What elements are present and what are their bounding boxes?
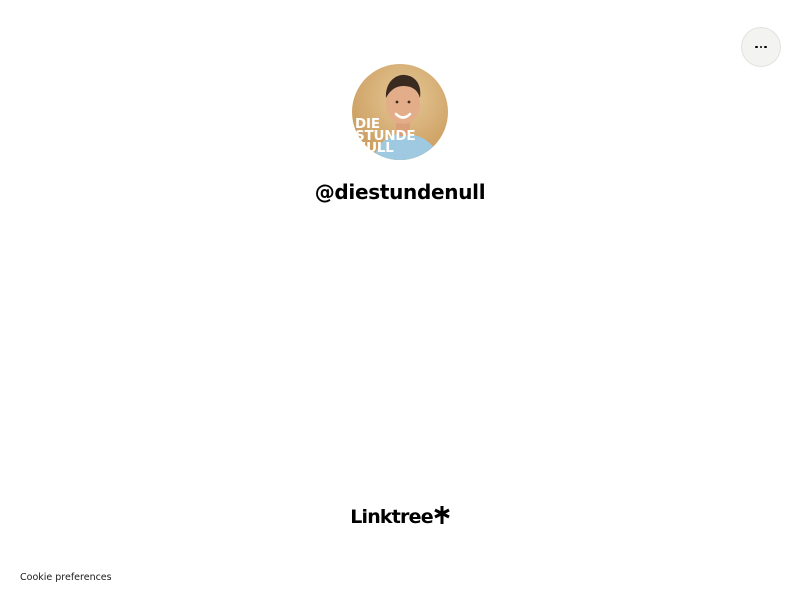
avatar-logo-text: DIE STUNDE NULL bbox=[355, 116, 416, 156]
profile-username: @diestundenull bbox=[314, 180, 486, 204]
cookie-preferences-link[interactable]: Cookie preferences bbox=[20, 572, 112, 583]
linktree-asterisk-icon bbox=[434, 506, 450, 524]
profile-header: DIE STUNDE NULL @diestundenull bbox=[0, 64, 800, 204]
avatar: DIE STUNDE NULL bbox=[352, 64, 448, 160]
linktree-logo-link[interactable]: Linktree bbox=[0, 506, 800, 528]
more-horizontal-icon bbox=[755, 45, 767, 49]
more-options-button[interactable] bbox=[741, 27, 781, 67]
brand-name: Linktree bbox=[350, 506, 433, 528]
